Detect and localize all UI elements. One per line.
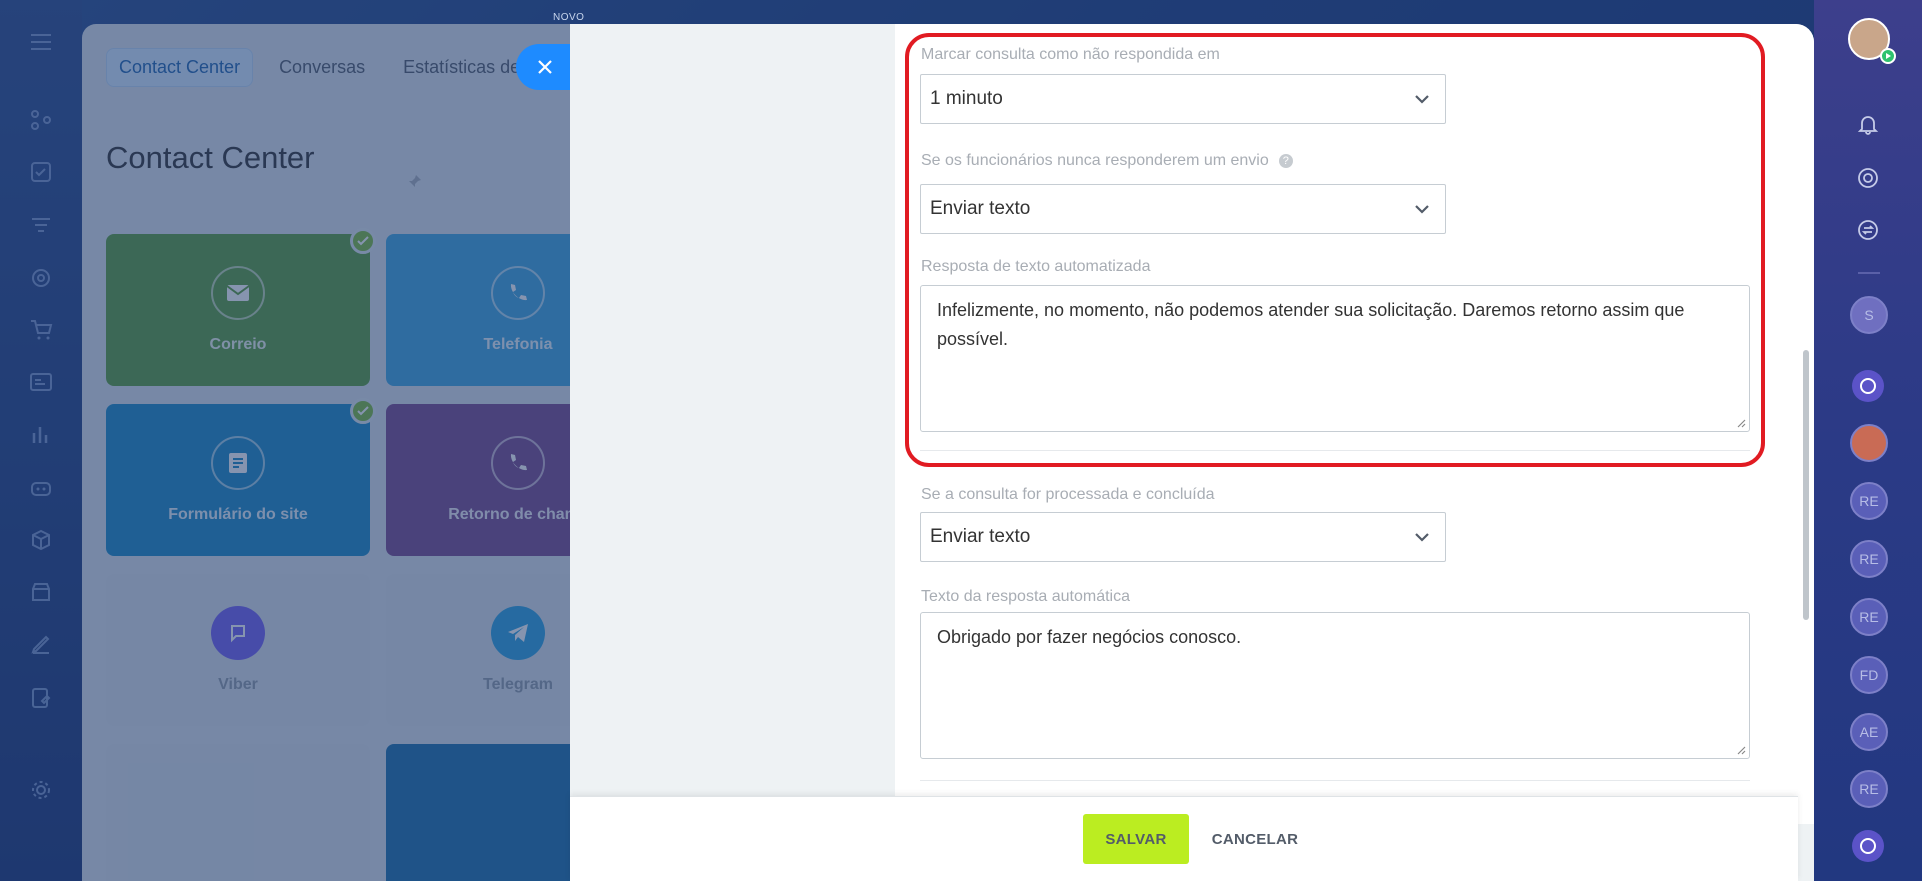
cart-icon[interactable] [27,316,55,344]
right-rail: S RE RE RE FD AE RE [1814,0,1922,881]
processed-value: Enviar texto [930,526,1031,547]
chevron-down-icon [1415,533,1429,542]
form-footer: SALVAR CANCELAR [570,796,1798,881]
separator [1858,272,1880,274]
tile-placeholder[interactable] [106,744,370,881]
processed-select[interactable]: Enviar texto [920,512,1446,562]
sign-icon[interactable] [27,684,55,712]
background-app: Contact Center Conversas Estatísticas de… [82,24,622,881]
new-badge: NOVO [553,12,585,23]
auto-text-textarea[interactable]: Infelizmente, no momento, não podemos at… [920,285,1750,432]
menu-icon[interactable] [27,28,55,56]
tab-contact-center[interactable]: Contact Center [106,48,254,87]
auto-text-value: Infelizmente, no momento, não podemos at… [937,300,1685,349]
tile-label: Telegram [483,676,553,693]
settings-icon[interactable] [27,776,55,804]
resize-handle-icon[interactable] [1737,419,1746,428]
tile-label: Telefonia [483,336,553,353]
chevron-down-icon [1415,95,1429,104]
crm-icon[interactable] [27,106,55,134]
divider [920,780,1750,781]
store-icon[interactable] [27,578,55,606]
scrollbar[interactable] [1803,350,1809,620]
processed-label: Se a consulta for processada e concluída [921,486,1215,503]
openlines-icon[interactable] [1848,366,1888,406]
status-indicator [1880,48,1896,64]
unanswered-select[interactable]: 1 minuto [920,74,1446,124]
background-tabs: Contact Center Conversas Estatísticas de… [106,48,546,87]
tasks-icon[interactable] [27,158,55,186]
copilot-icon[interactable] [1848,158,1888,198]
help-icon[interactable]: ? [1278,154,1293,168]
chevron-down-icon [1415,205,1429,214]
target-icon[interactable] [27,264,55,292]
robot-icon[interactable] [27,474,55,502]
form-icon [211,436,265,490]
cancel-button[interactable]: CANCELAR [1200,814,1310,864]
pen-icon[interactable] [27,630,55,658]
chat-avatar[interactable]: FD [1850,656,1888,694]
mail-icon [211,266,265,320]
chat-avatar[interactable] [1850,424,1888,462]
never-respond-select[interactable]: Enviar texto [920,184,1446,234]
chat-avatar[interactable]: AE [1850,713,1888,751]
play-icon [1886,53,1891,59]
close-slider-button[interactable] [516,44,574,90]
phone-callback-icon [491,436,545,490]
never-respond-label: Se os funcionários nunca responderem um … [921,152,1293,170]
chat-avatar[interactable]: RE [1850,598,1888,636]
unanswered-value: 1 minuto [930,88,1003,109]
box-icon[interactable] [27,526,55,554]
tile-formulario[interactable]: Formulário do site [106,398,376,556]
pin-icon[interactable] [408,174,422,191]
left-nav-rail [0,0,82,881]
page-title: Contact Center [106,140,315,175]
tab-conversas[interactable]: Conversas [267,49,377,86]
contacts-card-icon[interactable] [27,368,55,396]
auto-text-label: Resposta de texto automatizada [921,258,1151,275]
bell-icon[interactable] [1848,104,1888,144]
resize-handle-icon[interactable] [1737,746,1746,755]
phone-icon [491,266,545,320]
chat-sync-icon[interactable] [1848,210,1888,250]
tile-label: Formulário do site [168,506,308,523]
unanswered-label: Marcar consulta como não respondida em [921,46,1220,63]
telegram-icon [491,606,545,660]
tile-label: Viber [218,676,258,693]
check-icon [350,398,376,424]
auto-reply-label: Texto da resposta automática [921,588,1131,605]
close-icon [538,60,552,74]
check-icon [350,228,376,254]
viber-icon [211,606,265,660]
chat-avatar[interactable]: RE [1850,770,1888,808]
chat-avatar[interactable]: RE [1850,482,1888,520]
form-card: Marcar consulta como não respondida em 1… [895,24,1814,824]
analytics-icon[interactable] [27,420,55,448]
chat-avatar[interactable]: S [1850,296,1888,334]
divider [920,450,1750,451]
auto-reply-textarea[interactable]: Obrigado por fazer negócios conosco. [920,612,1750,759]
tile-correio[interactable]: Correio [106,228,376,386]
settings-slider: Marcar consulta como não respondida em 1… [570,24,1814,881]
funnel-icon[interactable] [27,212,55,240]
chat-avatar[interactable]: RE [1850,540,1888,578]
save-button[interactable]: SALVAR [1083,814,1189,864]
openlines-icon[interactable] [1848,826,1888,866]
tile-viber[interactable]: Viber [106,574,370,726]
tile-label: Correio [209,336,267,353]
auto-reply-value: Obrigado por fazer negócios conosco. [937,627,1242,647]
never-respond-value: Enviar texto [930,198,1031,219]
tile-label: Retorno de chama [448,506,588,523]
